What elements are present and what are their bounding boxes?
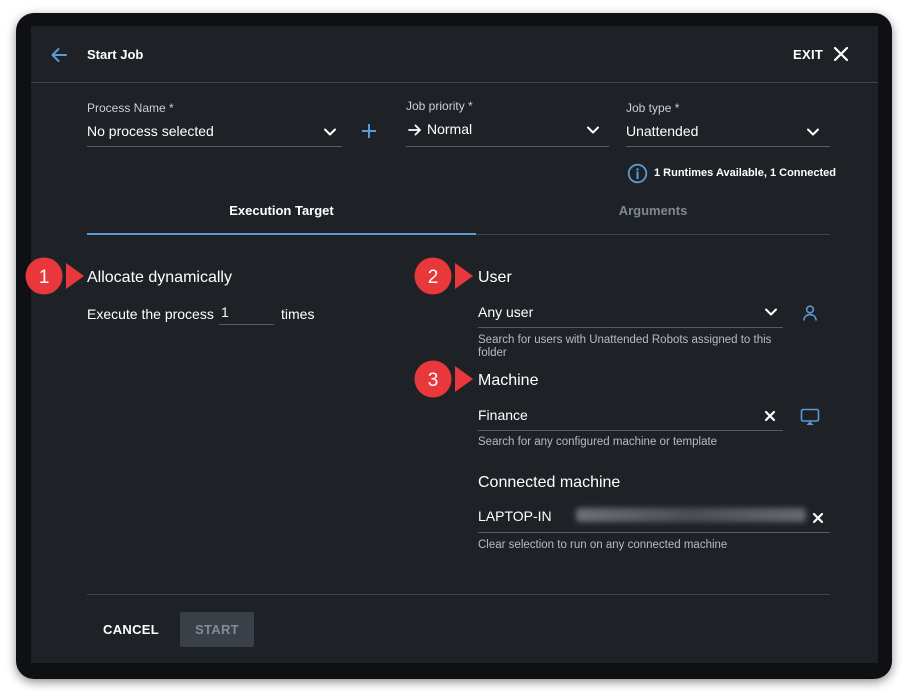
execution-count-underline (219, 324, 274, 325)
machine-underline (478, 430, 783, 431)
active-tab-indicator (87, 233, 476, 235)
callout-number-1: 1 (39, 267, 50, 288)
add-process-icon[interactable] (360, 122, 378, 140)
machine-title: Machine (478, 372, 539, 389)
user-value: Any user (478, 304, 534, 320)
execute-times-label: times (281, 306, 315, 322)
job-type-select[interactable]: Unattended (626, 119, 830, 147)
user-helper-text: Search for users with Unattended Robots … (478, 334, 772, 359)
chevron-down-icon[interactable] (322, 124, 338, 140)
tab-arguments[interactable]: Arguments (476, 203, 830, 218)
info-icon (627, 163, 648, 184)
process-name-label: Process Name * (87, 101, 174, 115)
redacted-machine-name (576, 508, 806, 522)
start-button[interactable]: START (180, 612, 254, 647)
process-name-value: No process selected (87, 123, 214, 139)
monitor-icon[interactable] (800, 408, 820, 427)
chevron-down-icon[interactable] (585, 122, 601, 138)
process-name-underline (87, 146, 342, 147)
exit-button[interactable]: EXIT (793, 47, 823, 62)
start-job-dialog: Start Job EXIT Process Name * No process… (31, 26, 878, 663)
machine-value: Finance (478, 407, 528, 423)
callout-marker-2: 2 (414, 257, 473, 295)
header-divider (31, 82, 878, 83)
execution-count-input[interactable]: 1 (219, 302, 274, 324)
connected-machine-value: LAPTOP-IN (478, 508, 552, 524)
runtimes-info: 1 Runtimes Available, 1 Connected (654, 167, 836, 179)
callout-marker-1: 1 (25, 257, 84, 295)
callout-number-3: 3 (428, 370, 439, 391)
user-title: User (478, 269, 512, 286)
clear-machine-icon[interactable] (764, 410, 776, 422)
job-type-label: Job type * (626, 101, 680, 115)
cancel-button[interactable]: CANCEL (103, 622, 159, 637)
job-priority-select[interactable]: Normal (406, 118, 609, 146)
dialog-title: Start Job (87, 47, 144, 62)
process-name-select[interactable]: No process selected (87, 119, 342, 147)
connected-machine-helper-text: Clear selection to run on any connected … (478, 539, 728, 551)
footer-divider (87, 594, 830, 595)
connected-machine-underline (478, 532, 830, 533)
job-priority-label: Job priority * (406, 99, 473, 113)
machine-select[interactable]: Finance (478, 404, 783, 430)
connected-machine-title: Connected machine (478, 474, 621, 491)
user-underline (478, 327, 783, 328)
execute-process-label: Execute the process (87, 306, 214, 322)
back-arrow-icon[interactable] (49, 45, 69, 65)
arrow-right-icon (408, 124, 421, 136)
chevron-down-icon[interactable] (805, 124, 821, 140)
user-icon[interactable] (801, 304, 819, 322)
job-type-value: Unattended (626, 123, 699, 139)
close-icon[interactable] (833, 46, 849, 62)
user-select[interactable]: Any user (478, 301, 783, 327)
callout-marker-3: 3 (414, 360, 473, 398)
execution-count-value: 1 (221, 304, 229, 320)
job-priority-value: Normal (427, 121, 473, 137)
job-priority-underline (406, 146, 609, 147)
job-type-underline (626, 146, 830, 147)
machine-helper-text: Search for any configured machine or tem… (478, 436, 718, 448)
chevron-down-icon[interactable] (763, 304, 779, 320)
allocate-dynamically-title: Allocate dynamically (87, 269, 232, 286)
clear-connected-machine-icon[interactable] (812, 512, 824, 524)
tab-execution-target[interactable]: Execution Target (87, 203, 476, 218)
callout-number-2: 2 (428, 267, 439, 288)
